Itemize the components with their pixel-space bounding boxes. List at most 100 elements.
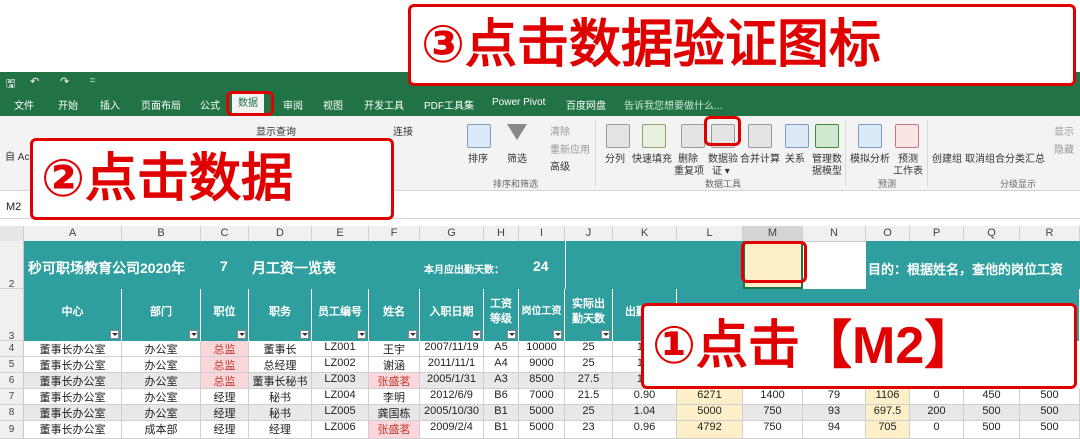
flash-fill-button[interactable]: 快速填充 [632,150,672,165]
table-cell[interactable]: 500 [1020,405,1080,421]
row-header[interactable]: 6 [0,373,24,389]
filter-icon[interactable] [507,124,527,140]
filter-dropdown-icon[interactable] [472,330,481,339]
table-cell[interactable]: 董事长办公室 [24,405,122,421]
table-cell[interactable]: 张盛茗 [369,421,420,439]
consolidate-icon[interactable] [748,124,772,148]
select-all-corner[interactable] [0,226,24,241]
filter-dropdown-icon[interactable] [357,330,366,339]
table-cell[interactable]: LZ001 [312,341,369,357]
row-header[interactable]: 5 [0,357,24,373]
table-cell[interactable]: 750 [743,421,803,439]
tab-view[interactable]: 视图 [323,97,343,112]
table-cell[interactable]: 董事长秘书 [249,373,312,389]
ungroup-button[interactable]: 取消组合 [965,150,1005,165]
what-if-icon[interactable] [858,124,882,148]
data-model-button-line2[interactable]: 据模型 [812,162,842,177]
sort-button[interactable]: 排序 [468,150,488,165]
table-cell[interactable]: 王宇 [369,341,420,357]
table-cell[interactable]: 办公室 [122,373,201,389]
table-cell[interactable]: 0 [910,389,964,405]
column-header[interactable]: K [613,226,677,241]
table-cell[interactable]: 10000 [519,341,565,357]
table-cell[interactable]: 办公室 [122,341,201,357]
table-cell[interactable]: 5000 [519,405,565,421]
table-cell[interactable]: 4792 [677,421,743,439]
table-cell[interactable]: 总监 [201,373,249,389]
table-cell[interactable]: 2009/2/4 [420,421,484,439]
table-cell[interactable]: 总监 [201,357,249,373]
table-cell[interactable]: A4 [484,357,519,373]
column-header[interactable]: C [201,226,249,241]
column-header[interactable]: I [519,226,565,241]
table-cell[interactable]: 总经理 [249,357,312,373]
flash-fill-icon[interactable] [642,124,666,148]
tab-baidu[interactable]: 百度网盘 [566,97,606,112]
table-cell[interactable]: 董事长办公室 [24,341,122,357]
table-cell[interactable]: 经理 [201,389,249,405]
table-cell[interactable]: 龚国栋 [369,405,420,421]
clear-button[interactable]: 清除 [550,123,570,138]
table-cell[interactable]: 5000 [519,421,565,439]
column-header[interactable]: B [122,226,201,241]
row-header[interactable]: 4 [0,341,24,357]
table-cell[interactable]: 办公室 [122,405,201,421]
table-cell[interactable]: B6 [484,389,519,405]
group-button[interactable]: 创建组 [932,150,962,165]
name-box[interactable]: M2 [6,201,21,213]
table-cell[interactable]: LZ005 [312,405,369,421]
work-days-value[interactable]: 24 [533,258,549,274]
table-cell[interactable]: 25 [565,357,613,373]
row-header[interactable]: 9 [0,421,24,439]
column-header[interactable]: E [312,226,369,241]
filter-dropdown-icon[interactable] [601,330,610,339]
table-cell[interactable]: 谢涵 [369,357,420,373]
table-cell[interactable]: 5000 [677,405,743,421]
table-cell[interactable]: 500 [964,421,1020,439]
what-if-button[interactable]: 模拟分析 [850,150,890,165]
row-header[interactable]: 8 [0,405,24,421]
table-cell[interactable]: 93 [803,405,866,421]
table-cell[interactable]: B1 [484,421,519,439]
sort-az-icon[interactable] [467,124,491,148]
column-header[interactable]: P [910,226,964,241]
table-cell[interactable]: 23 [565,421,613,439]
table-cell[interactable]: 经理 [249,421,312,439]
table-cell[interactable]: 董事长 [249,341,312,357]
tab-home[interactable]: 开始 [58,97,78,112]
tell-me-box[interactable]: 告诉我您想要做什么... [624,97,722,112]
tab-power-pivot[interactable]: Power Pivot [492,97,545,108]
table-cell[interactable]: 750 [743,405,803,421]
table-cell[interactable]: 79 [803,389,866,405]
tab-insert[interactable]: 插入 [100,97,120,112]
table-cell[interactable]: 董事长办公室 [24,357,122,373]
filter-dropdown-icon[interactable] [553,330,562,339]
table-cell[interactable]: 500 [964,405,1020,421]
table-cell[interactable]: 6271 [677,389,743,405]
redo-icon[interactable]: ↷ [60,75,69,88]
text-to-columns-icon[interactable] [606,124,630,148]
relationships-button[interactable]: 关系 [785,150,805,165]
show-detail-button[interactable]: 显示 [1054,123,1074,138]
filter-dropdown-icon[interactable] [507,330,516,339]
filter-dropdown-icon[interactable] [110,330,119,339]
filter-button[interactable]: 筛选 [507,150,527,165]
table-cell[interactable]: 450 [964,389,1020,405]
table-cell[interactable]: 705 [866,421,910,439]
row-header[interactable]: 7 [0,389,24,405]
column-header-selected[interactable]: M [743,226,803,241]
table-cell[interactable]: 7000 [519,389,565,405]
table-cell[interactable]: LZ004 [312,389,369,405]
customize-icon[interactable]: = [90,75,95,85]
table-cell[interactable]: 2007/11/19 [420,341,484,357]
table-cell[interactable]: B1 [484,405,519,421]
tab-page-layout[interactable]: 页面布局 [141,97,181,112]
table-cell[interactable]: A5 [484,341,519,357]
subtotal-button[interactable]: 分类汇总 [1005,150,1045,165]
table-cell[interactable]: 1.04 [613,405,677,421]
table-cell[interactable]: 董事长办公室 [24,389,122,405]
advanced-button[interactable]: 高级 [550,158,570,173]
table-cell[interactable]: 0.90 [613,389,677,405]
table-cell[interactable]: 200 [910,405,964,421]
forecast-sheet-icon[interactable] [895,124,919,148]
